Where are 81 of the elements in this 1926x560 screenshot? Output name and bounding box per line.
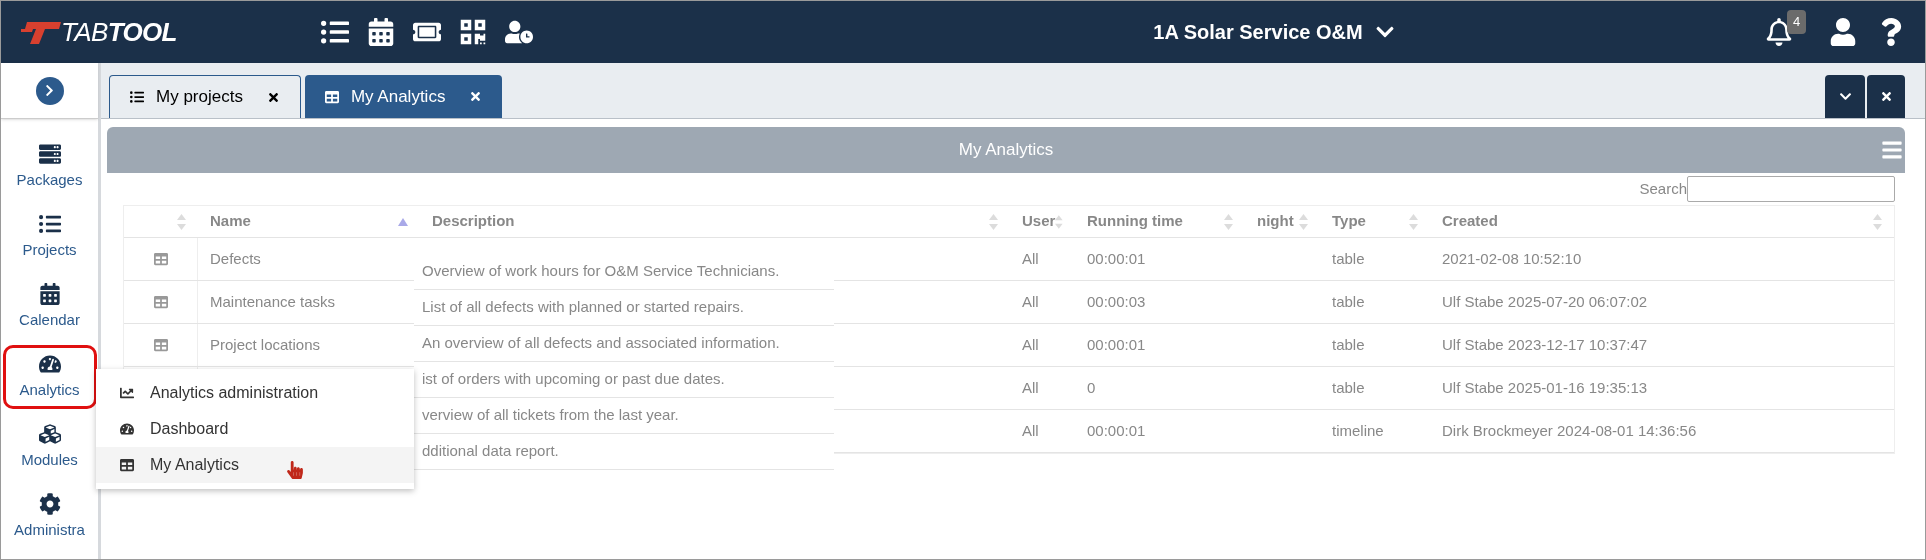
description-text: dditional data report. <box>422 441 559 462</box>
tab[interactable]: My Analytics <box>304 75 503 118</box>
table-cell: All <box>1022 335 1039 353</box>
close-icon[interactable] <box>469 90 483 103</box>
table-icon <box>324 89 339 104</box>
table-cell: 00:00:01 <box>1087 335 1146 353</box>
tab-list-button[interactable] <box>1825 75 1865 118</box>
table-cell: 00:00:03 <box>1087 292 1146 310</box>
table-cell: Dirk Brockmeyer 2024-08-01 14:36:56 <box>1442 421 1697 439</box>
search-field[interactable] <box>1687 176 1895 202</box>
table-cell: 00:00:01 <box>1087 249 1146 267</box>
table-cell: All <box>1022 292 1039 310</box>
close-icon[interactable] <box>266 90 280 104</box>
sidebar-item[interactable]: Administra <box>2 485 97 549</box>
sidebar-item[interactable]: Packages <box>2 135 97 199</box>
table-cell: table <box>1332 335 1365 353</box>
panel-title: My Analytics <box>958 139 1054 162</box>
column-header[interactable]: Type <box>1332 210 1366 233</box>
settings-icon <box>38 492 61 515</box>
pointer-cursor-icon <box>286 461 304 479</box>
notification-badge: 4 <box>1787 10 1807 34</box>
table-cell: Ulf Stabe 2025-07-20 06:07:02 <box>1442 292 1648 310</box>
column-header[interactable]: night <box>1257 210 1294 233</box>
table-cell[interactable]: Maintenance tasks <box>210 292 336 310</box>
table-icon <box>153 252 168 266</box>
table-cell: timeline <box>1332 421 1384 439</box>
table-cell: All <box>1022 421 1039 439</box>
table-cell: Ulf Stabe 2023-12-17 10:37:47 <box>1442 335 1648 353</box>
chevron-down-icon <box>1838 90 1852 103</box>
calendar-icon <box>38 282 61 305</box>
column-header[interactable]: Name <box>210 210 251 233</box>
table-cell: All <box>1022 249 1039 267</box>
tab[interactable]: My projects <box>109 75 301 118</box>
table-cell: table <box>1332 378 1365 396</box>
table-cell[interactable]: Project locations <box>210 335 321 353</box>
user-icon[interactable] <box>1829 18 1857 46</box>
company-selector[interactable]: 1A Solar Service O&M <box>1153 17 1395 47</box>
table-cell: Ulf Stabe 2025-01-16 19:35:13 <box>1442 378 1648 396</box>
description-text: ist of orders with upcoming or past due dates. <box>422 369 725 390</box>
menu-item[interactable]: Analytics administration <box>96 375 414 411</box>
menu-item[interactable]: Dashboard <box>96 411 414 447</box>
search-label: Search <box>1639 178 1687 199</box>
sidebar-item[interactable]: Calendar <box>2 275 97 339</box>
line-chart-icon <box>120 386 134 400</box>
table-cell: All <box>1022 378 1039 396</box>
column-header[interactable]: Description <box>432 210 515 233</box>
column-header[interactable]: Running time <box>1087 210 1183 233</box>
close-icon <box>1879 90 1893 103</box>
expand-sidebar-button[interactable] <box>35 76 64 105</box>
table-icon <box>153 295 168 309</box>
close-all-button[interactable] <box>1867 75 1905 118</box>
logo-text: TABTOOL <box>61 15 177 49</box>
user-clock-icon[interactable] <box>505 18 533 46</box>
description-text: verview of all tickets from the last year. <box>422 405 679 426</box>
list-icon[interactable] <box>321 18 349 46</box>
description-text: List of all defects with planned or started repairs. <box>422 297 744 318</box>
list-icon <box>130 90 144 104</box>
column-header[interactable]: Created <box>1442 210 1498 233</box>
menu-item[interactable]: My Analytics <box>96 447 414 483</box>
table-cell: 00:00:01 <box>1087 421 1146 439</box>
qr-code-icon[interactable] <box>459 18 487 46</box>
gauge-icon <box>120 422 134 436</box>
table-cell[interactable]: Defects <box>210 249 261 267</box>
logo-mark-icon <box>21 20 61 44</box>
sidebar-item[interactable]: Projects <box>2 205 97 269</box>
chevron-right-icon <box>43 84 56 97</box>
calendar-icon[interactable] <box>367 18 395 46</box>
table-cell: 2021-02-08 10:52:10 <box>1442 249 1582 267</box>
description-text: Overview of work hours for O&M Service Technicians. <box>422 261 780 282</box>
column-header[interactable]: User <box>1022 210 1056 233</box>
bell-icon[interactable] <box>1765 18 1793 46</box>
table-cell: table <box>1332 292 1365 310</box>
server-icon <box>38 142 61 165</box>
table-cell: 0 <box>1087 378 1096 396</box>
table-icon <box>153 338 168 352</box>
table-icon <box>120 458 134 472</box>
cubes-icon <box>38 422 61 445</box>
list-icon <box>38 212 61 235</box>
description-text: An overview of all defects and associated information. <box>422 333 780 354</box>
table-cell: table <box>1332 249 1365 267</box>
sidebar-item[interactable]: Modules <box>2 415 97 479</box>
